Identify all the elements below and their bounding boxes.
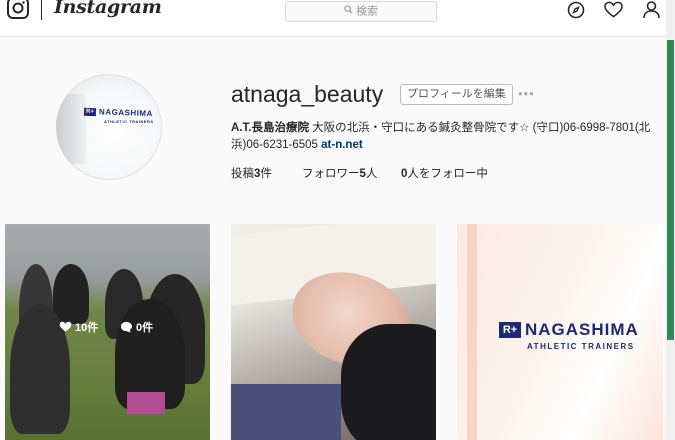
avatar-logo-mark: R+: [83, 107, 97, 116]
profile-username: atnaga_beauty: [231, 81, 384, 107]
following-link[interactable]: 0人をフォロー中: [401, 165, 488, 181]
avatar-logo: R+ NAGASHIMA: [83, 107, 153, 119]
photo-hair: [341, 324, 436, 440]
scrollbar-thumb[interactable]: [667, 40, 674, 340]
bio-name: A.T.長島治療院: [231, 122, 309, 134]
likes-count: 10件: [59, 319, 98, 335]
heart-icon: [59, 321, 72, 332]
followers-link[interactable]: フォロワー5人: [302, 165, 377, 181]
post-logo-mark: R+: [499, 322, 521, 338]
heart-icon[interactable]: [604, 1, 623, 24]
post-brand: NAGASHIMA: [525, 320, 639, 339]
instagram-wordmark[interactable]: Instagram: [54, 0, 162, 18]
instagram-logo-icon[interactable]: [6, 0, 30, 25]
avatar-brand-sub: ATHLETIC TRAINERS: [104, 119, 154, 124]
photo-pillow: [231, 384, 341, 440]
avatar-brand: NAGASHIMA: [98, 107, 153, 119]
hover-overlay: [5, 224, 210, 440]
window-scrollbar[interactable]: [666, 0, 675, 440]
photo-wall-edge: [467, 224, 477, 440]
edit-profile-button[interactable]: プロフィールを編集: [400, 84, 513, 105]
avatar-wall: [56, 94, 86, 164]
comment-icon: [120, 321, 133, 333]
compass-icon[interactable]: [567, 1, 585, 24]
post-brand-sub: ATHLETIC TRAINERS: [527, 342, 635, 351]
top-navigation-bar: Instagram 検索: [0, 0, 675, 37]
post-logo: R+ NAGASHIMA: [499, 320, 639, 340]
posts-count: 投稿3件: [231, 168, 272, 180]
post-thumbnail-1[interactable]: 10件 0件: [5, 224, 210, 440]
profile-avatar[interactable]: R+ NAGASHIMA ATHLETIC TRAINERS: [56, 74, 162, 180]
bio-website-link[interactable]: at-n.net: [321, 139, 363, 151]
post-thumbnail-2[interactable]: [231, 224, 436, 440]
more-options-button[interactable]: •••: [518, 86, 535, 101]
search-placeholder: 検索: [356, 5, 378, 18]
search-icon: [344, 2, 353, 21]
profile-bio: A.T.長島治療院 大阪の北浜・守口にある鍼灸整骨院です☆ (守口)06-699…: [231, 120, 661, 154]
profile-icon[interactable]: [643, 1, 660, 24]
post-thumbnail-3[interactable]: R+ NAGASHIMA ATHLETIC TRAINERS: [457, 224, 663, 440]
comments-count: 0件: [120, 319, 153, 335]
search-input[interactable]: 検索: [285, 1, 437, 22]
logo-divider: [41, 0, 42, 20]
